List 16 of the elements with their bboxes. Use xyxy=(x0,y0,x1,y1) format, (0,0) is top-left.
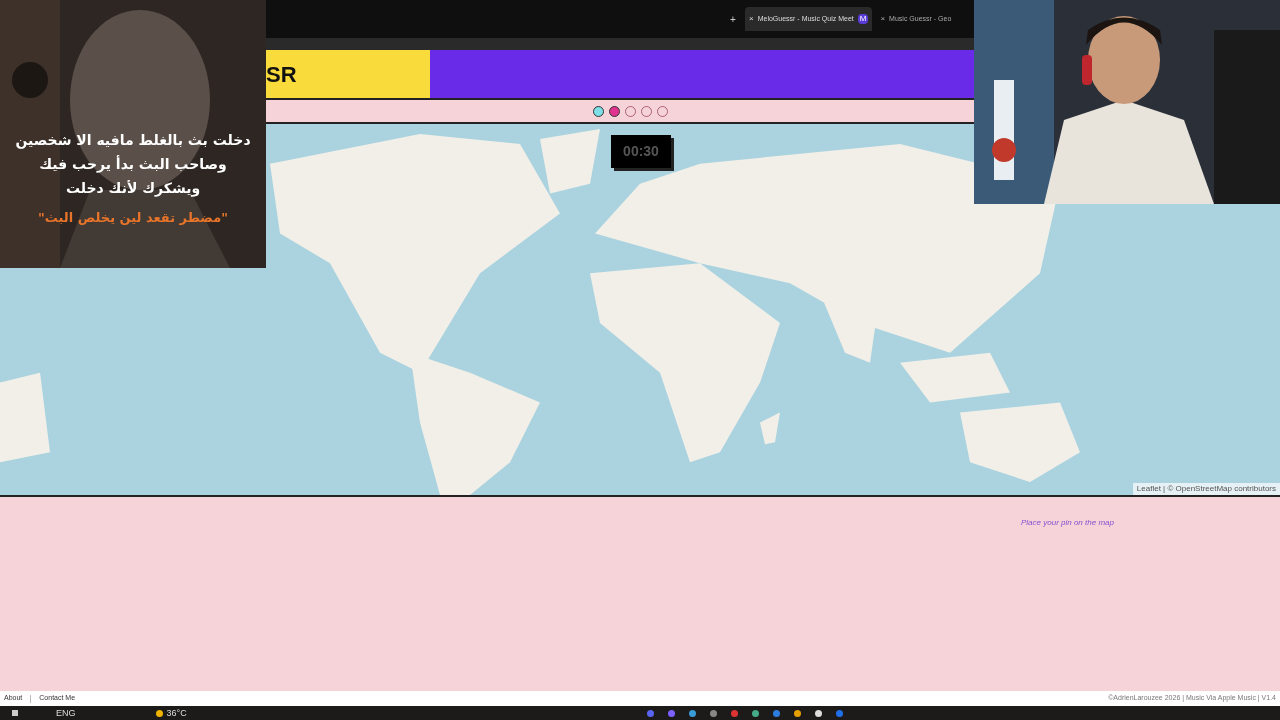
taskbar-icon[interactable] xyxy=(793,709,801,717)
hint-text: Place your pin on the map xyxy=(1021,517,1114,529)
new-tab-button[interactable]: + xyxy=(725,11,741,27)
tab-favicon: M xyxy=(857,14,869,24)
taskbar-icon[interactable] xyxy=(688,709,696,717)
start-icon[interactable] xyxy=(12,710,18,716)
close-icon[interactable]: × xyxy=(749,13,754,25)
weather-text[interactable]: 36°C xyxy=(166,708,187,718)
map-attribution[interactable]: Leaflet | © OpenStreetMap contributors xyxy=(1132,483,1280,495)
language-indicator[interactable]: ENG xyxy=(56,708,76,718)
logo-text: SR xyxy=(266,60,297,89)
close-icon[interactable]: × xyxy=(880,13,886,25)
weather-icon[interactable] xyxy=(155,709,163,717)
taskbar-icon[interactable] xyxy=(814,709,822,717)
timer: 00:30 xyxy=(611,135,671,168)
taskbar-icon[interactable] xyxy=(751,709,759,717)
